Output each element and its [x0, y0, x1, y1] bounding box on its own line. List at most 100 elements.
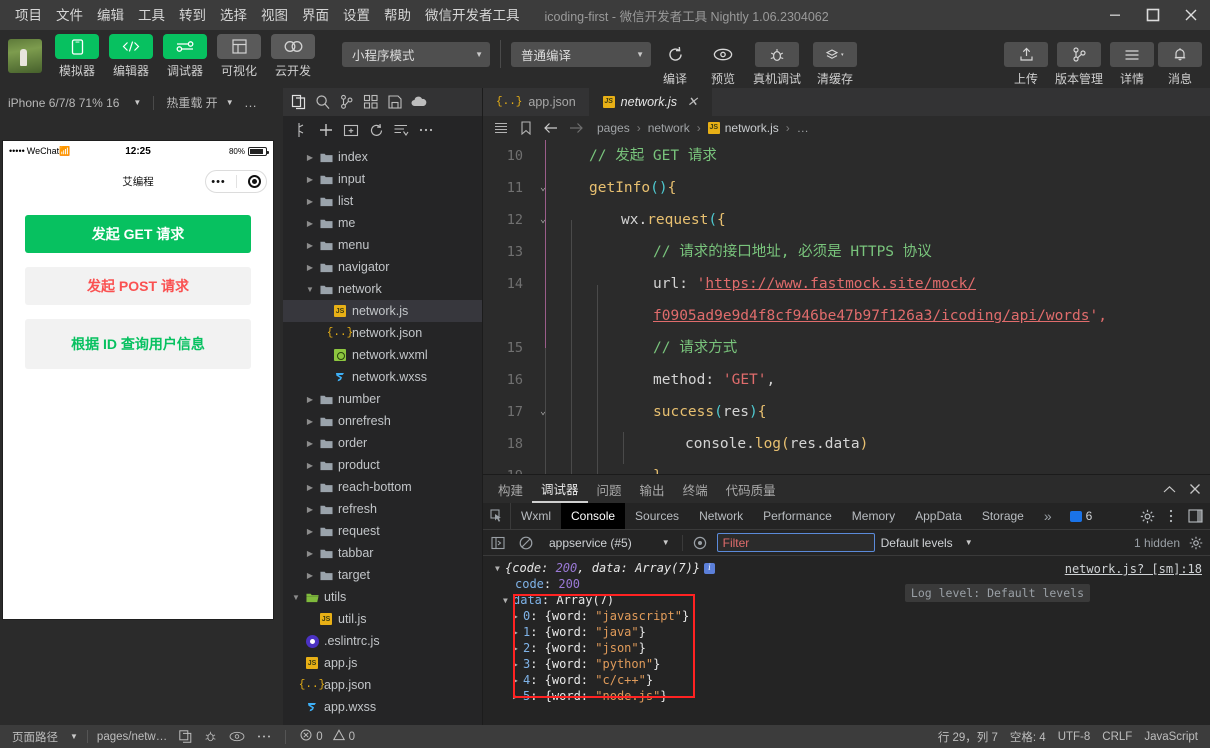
tree-file-row[interactable]: JS app.js — [283, 652, 482, 674]
menu-item-tools[interactable]: 工具 — [131, 5, 172, 26]
toolbar-button-preview[interactable]: 预览 — [699, 42, 747, 87]
devtools-tab-console[interactable]: Console — [561, 503, 626, 529]
fold-toggle[interactable]: ⌄ — [535, 172, 551, 204]
back-icon[interactable] — [541, 118, 561, 138]
tree-folder-row[interactable]: ▶ input — [283, 168, 482, 190]
tree-folder-row[interactable]: ▶ index — [283, 146, 482, 168]
toolbar-button-editor[interactable]: 编辑器 — [105, 34, 157, 79]
tree-folder-row[interactable]: ▶ tabbar — [283, 542, 482, 564]
expand-triangle-icon[interactable]: ▶ — [513, 612, 523, 621]
save-icon[interactable] — [384, 91, 406, 113]
devtools-overflow-button[interactable]: » — [1034, 503, 1062, 529]
tree-folder-row[interactable]: ▼ utils — [283, 586, 482, 608]
tree-file-row[interactable]: JS util.js — [283, 608, 482, 630]
console-log-row[interactable]: ▶ 2: {word: "json"} — [483, 640, 1210, 656]
devtools-tab-memory[interactable]: Memory — [842, 503, 905, 529]
more-icon[interactable] — [415, 119, 437, 141]
status-page-path-select[interactable]: 页面路径 ▼ — [6, 729, 84, 745]
menu-item-help[interactable]: 帮助 — [377, 5, 418, 26]
expand-triangle-icon[interactable]: ▶ — [513, 676, 523, 685]
extensions-icon[interactable] — [360, 91, 382, 113]
simulator-more-button[interactable]: … — [244, 95, 259, 110]
menu-item-select[interactable]: 选择 — [213, 5, 254, 26]
menu-item-view[interactable]: 视图 — [254, 5, 295, 26]
capsule-close-icon[interactable] — [247, 175, 261, 188]
chevron-right-icon[interactable]: ▶ — [303, 505, 317, 514]
tree-folder-row[interactable]: ▶ menu — [283, 234, 482, 256]
copy-icon[interactable] — [173, 730, 198, 743]
panel-tab-debugger[interactable]: 调试器 — [532, 475, 588, 503]
chevron-right-icon[interactable]: ▶ — [303, 417, 317, 426]
breadcrumb-pages[interactable]: pages — [597, 121, 630, 135]
more-icon[interactable] — [251, 734, 277, 739]
bookmark-icon[interactable] — [516, 118, 536, 138]
hot-reload-toggle[interactable]: 热重载 开 — [166, 94, 217, 111]
issues-badge[interactable]: 6 — [1062, 503, 1101, 529]
tree-folder-row[interactable]: ▶ number — [283, 388, 482, 410]
menu-item-interface[interactable]: 界面 — [295, 5, 336, 26]
outline-icon[interactable] — [491, 118, 511, 138]
eye-icon[interactable] — [689, 533, 711, 553]
console-output[interactable]: ▼{code: 200, data: Array(7)} code: 200 ▼… — [483, 556, 1210, 725]
log-level-select[interactable]: Default levels ▼ — [881, 536, 973, 550]
chevron-right-icon[interactable]: ▶ — [303, 483, 317, 492]
console-sidebar-icon[interactable] — [487, 533, 509, 553]
chevron-right-icon[interactable]: ▶ — [303, 153, 317, 162]
tree-folder-row[interactable]: ▶ navigator — [283, 256, 482, 278]
maximize-icon[interactable] — [1134, 0, 1172, 30]
device-select[interactable]: iPhone 6/7/8 71% 16 — [8, 96, 119, 110]
panel-tab-build[interactable]: 构建 — [489, 475, 532, 503]
tree-file-row[interactable]: .eslintrc.js — [283, 630, 482, 652]
forward-icon[interactable] — [566, 118, 586, 138]
expand-triangle-icon[interactable]: ▼ — [495, 564, 505, 573]
console-log-row[interactable]: ▼ data: Array(7) — [483, 592, 1210, 608]
chevron-right-icon[interactable]: ▶ — [303, 263, 317, 272]
menu-item-goto[interactable]: 转到 — [172, 5, 213, 26]
capsule-menu-icon[interactable]: ••• — [211, 176, 226, 188]
fold-toggle[interactable]: ⌄ — [535, 204, 551, 236]
chevron-down-icon[interactable]: ▼ — [303, 285, 317, 294]
file-tree[interactable]: ▶ index ▶ input ▶ list ▶ me ▶ menu ▶ navigator ▼ netw… — [283, 144, 482, 725]
mode-select[interactable]: 小程序模式 ▼ — [342, 42, 490, 67]
gear-icon[interactable] — [1136, 505, 1158, 527]
tree-folder-row[interactable]: ▶ target — [283, 564, 482, 586]
chevron-right-icon[interactable]: ▶ — [303, 571, 317, 580]
panel-tab-terminal[interactable]: 终端 — [674, 475, 717, 503]
tree-folder-row[interactable]: ▶ onrefresh — [283, 410, 482, 432]
inspect-element-icon[interactable] — [483, 503, 511, 529]
chevron-right-icon[interactable]: ▶ — [303, 175, 317, 184]
close-icon[interactable]: ✕ — [687, 94, 698, 110]
collapse-icon[interactable] — [390, 119, 412, 141]
console-log-row[interactable]: ▶ 5: {word: "node.js"} — [483, 688, 1210, 704]
panel-tab-output[interactable]: 输出 — [631, 475, 674, 503]
chevron-right-icon[interactable]: ▶ — [303, 219, 317, 228]
toolbar-button-debugger[interactable]: 调试器 — [159, 34, 211, 79]
tree-file-row[interactable]: app.wxss — [283, 696, 482, 718]
close-icon[interactable] — [1172, 0, 1210, 30]
tree-folder-row[interactable]: ▶ list — [283, 190, 482, 212]
status-encoding[interactable]: UTF-8 — [1052, 731, 1097, 743]
menu-item-file[interactable]: 文件 — [49, 5, 90, 26]
toolbar-button-version[interactable]: 版本管理 — [1050, 42, 1108, 87]
devtools-tab-storage[interactable]: Storage — [972, 503, 1034, 529]
breadcrumb-network[interactable]: network — [648, 121, 690, 135]
toolbar-button-realdevice[interactable]: 真机调试 — [747, 42, 807, 87]
devtools-tab-performance[interactable]: Performance — [753, 503, 842, 529]
expand-triangle-icon[interactable]: ▶ — [513, 628, 523, 637]
chevron-right-icon[interactable]: ▶ — [303, 549, 317, 558]
chevron-right-icon[interactable]: ▶ — [303, 439, 317, 448]
tree-file-row[interactable]: JS network.js — [283, 300, 482, 322]
console-source-link[interactable]: network.js? [sm]:18 — [1065, 562, 1202, 576]
tree-folder-row[interactable]: ▶ product — [283, 454, 482, 476]
status-eol[interactable]: CRLF — [1096, 731, 1138, 743]
panel-tab-problems[interactable]: 问题 — [588, 475, 631, 503]
menu-item-settings[interactable]: 设置 — [336, 5, 377, 26]
devtools-tab-appdata[interactable]: AppData — [905, 503, 972, 529]
editor-tab-network-js[interactable]: JS network.js ✕ — [589, 88, 712, 116]
toolbar-button-simulator[interactable]: 模拟器 — [51, 34, 103, 79]
breadcrumb-file[interactable]: network.js — [725, 121, 779, 135]
post-request-button[interactable]: 发起 POST 请求 — [25, 267, 251, 305]
tree-folder-row[interactable]: ▶ request — [283, 520, 482, 542]
close-icon[interactable] — [1184, 478, 1206, 500]
status-indentation[interactable]: 空格: 4 — [1004, 729, 1052, 745]
